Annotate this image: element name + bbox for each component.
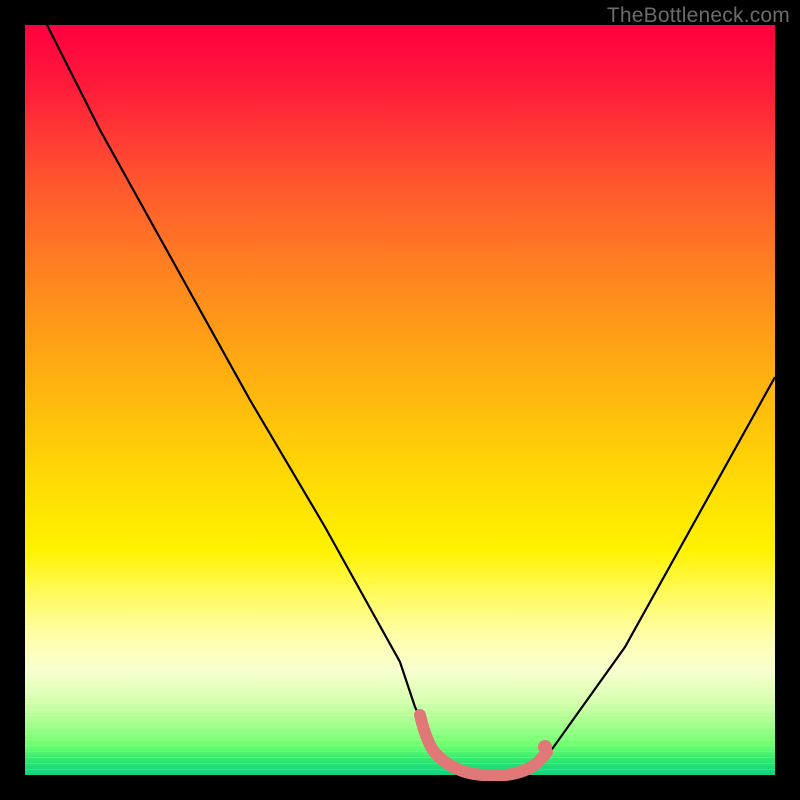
trough-highlight	[420, 715, 547, 775]
chart-svg	[25, 25, 775, 775]
plot-area	[25, 25, 775, 775]
bottleneck-curve-line	[47, 25, 775, 775]
chart-frame: TheBottleneck.com	[0, 0, 800, 800]
trough-dot-icon	[538, 740, 552, 754]
attribution-text: TheBottleneck.com	[607, 4, 790, 28]
